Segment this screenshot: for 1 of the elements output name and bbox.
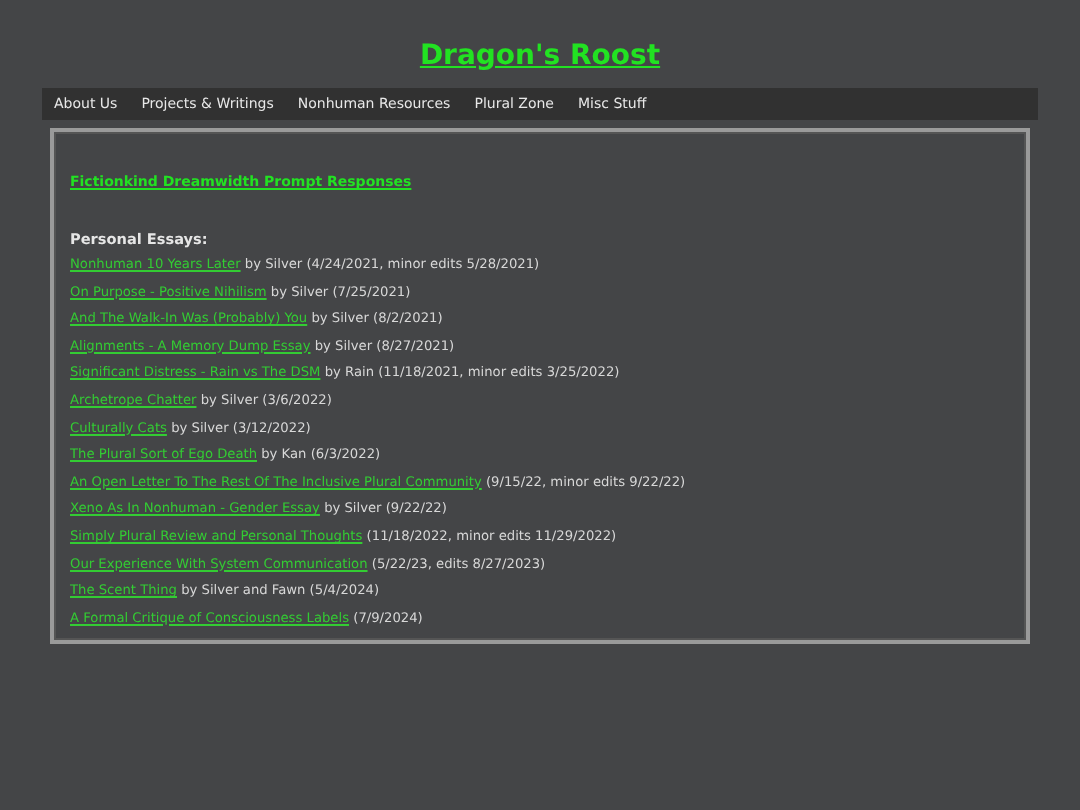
site-title-link[interactable]: Dragon's Roost <box>419 40 661 88</box>
